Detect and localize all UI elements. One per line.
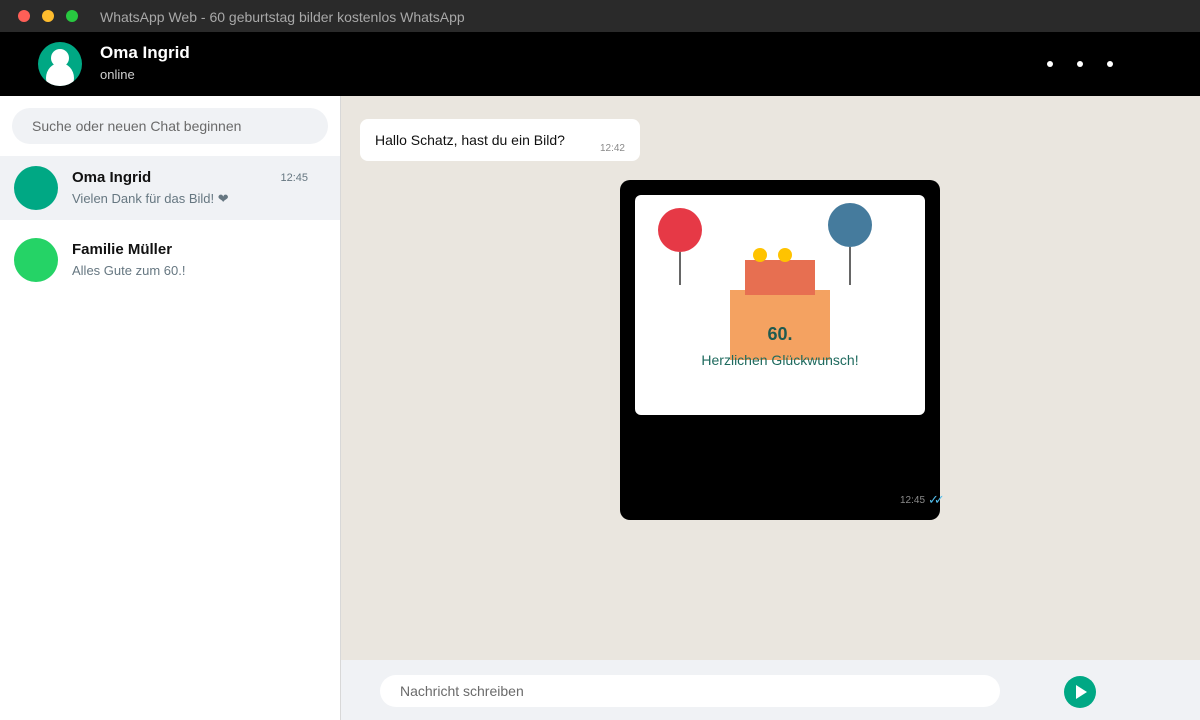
read-ticks-icon: ✓✓ [928,492,945,507]
chat-name: Oma Ingrid [72,169,152,186]
contact-status: online [100,67,135,82]
close-window-button[interactable] [18,10,30,22]
candle-flame-icon [753,248,767,262]
search-input[interactable] [12,108,328,144]
message-time: 12:45 [900,495,926,506]
balloon-right-icon [828,203,872,247]
contact-avatar[interactable] [38,42,82,86]
message-time: 12:42 [599,143,625,154]
outgoing-image-message[interactable]: 60. Herzlichen Glückwunsch! 12:45 ✓✓ [620,180,945,520]
card-age-text: 60. [767,324,793,344]
birthday-card-illustration [658,203,872,360]
maximize-window-button[interactable] [66,10,78,22]
conversation-header: Oma Ingrid online [0,32,1200,96]
send-icon[interactable] [1064,676,1096,708]
chat-preview: Vielen Dank für das Bild! ❤ [72,191,229,206]
birthday-card-image[interactable]: 60. Herzlichen Glückwunsch! [635,195,925,415]
window-title: WhatsApp Web - 60 geburtstag bilder kost… [100,9,465,25]
avatar-body-icon [46,63,74,86]
contact-name[interactable]: Oma Ingrid [100,43,190,63]
menu-dot [1077,61,1083,67]
message-input[interactable] [380,675,1000,707]
minimize-window-button[interactable] [42,10,54,22]
window-titlebar: WhatsApp Web - 60 geburtstag bilder kost… [0,0,1200,32]
chat-avatar [14,238,58,282]
incoming-message[interactable]: Hallo Schatz, hast du ein Bild? 12:42 [360,119,640,161]
chat-preview: Alles Gute zum 60.! [72,263,186,278]
chat-item-oma-ingrid[interactable]: Oma Ingrid 12:45 Vielen Dank für das Bil… [0,156,340,220]
chat-list-sidebar: Oma Ingrid 12:45 Vielen Dank für das Bil… [0,96,341,720]
chat-time: 12:45 [280,172,308,184]
balloon-left-icon [658,208,702,252]
card-greeting-text: Herzlichen Glückwunsch! [701,352,859,368]
menu-dot [1107,61,1113,67]
cake-top-icon [745,260,815,295]
candle-flame-icon [778,248,792,262]
more-dots-icon[interactable] [1040,60,1120,70]
chat-item-familie-mueller[interactable]: Familie Müller Alles Gute zum 60.! [0,228,340,292]
chat-avatar [14,166,58,210]
chat-name: Familie Müller [72,241,173,258]
message-text: Hallo Schatz, hast du ein Bild? [375,132,565,148]
composer-bar [341,660,1200,720]
menu-dot [1047,61,1053,67]
